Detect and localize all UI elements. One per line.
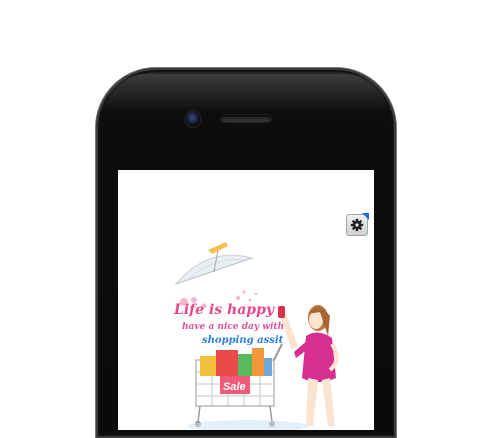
phone-frame: Sale Life is happy have a nice day with …: [96, 68, 396, 438]
sale-tag: Sale: [223, 381, 246, 393]
phone-screen: Sale Life is happy have a nice day with …: [118, 170, 374, 430]
front-camera: [186, 112, 200, 126]
tagline-line-1: Life is happy: [174, 302, 275, 318]
tagline-line-2: have a nice day with: [182, 322, 285, 332]
girl-figure: [278, 305, 339, 426]
settings-button[interactable]: [346, 213, 369, 236]
tagline-line-3: shopping assit: [202, 335, 284, 346]
umbrella-graphic: [174, 242, 254, 286]
gear-icon: [350, 218, 364, 232]
phone-gloss: [104, 74, 388, 114]
earpiece-speaker: [221, 115, 271, 122]
